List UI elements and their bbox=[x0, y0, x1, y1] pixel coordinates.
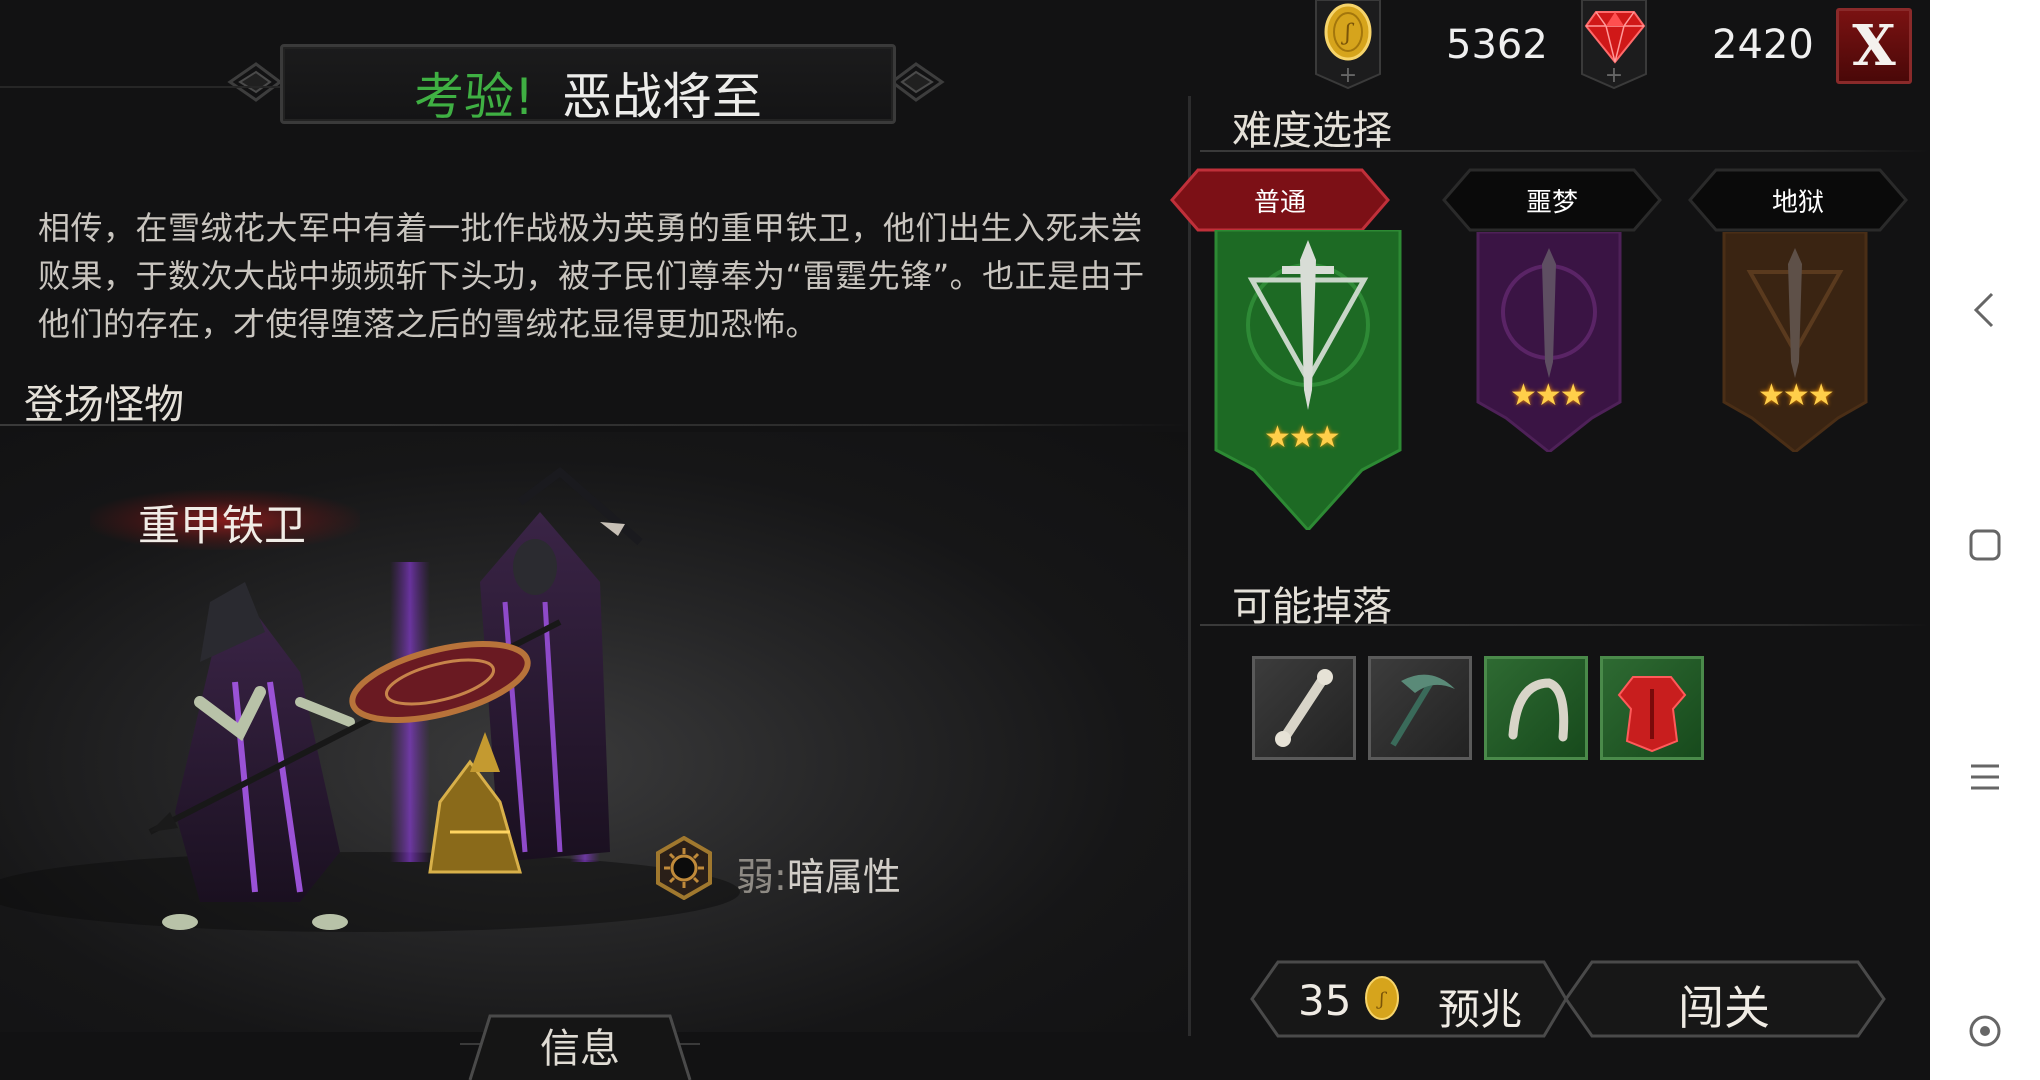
assistant-icon[interactable] bbox=[1968, 1014, 2002, 1048]
coin-icon: ʃ bbox=[1365, 976, 1399, 1020]
drop-slot[interactable] bbox=[1600, 656, 1704, 760]
claw-icon bbox=[1508, 678, 1569, 742]
banner-hell[interactable] bbox=[1720, 232, 1870, 452]
weakness-label: 弱: bbox=[736, 855, 787, 899]
banner-normal[interactable] bbox=[1212, 230, 1404, 530]
dark-element-icon bbox=[656, 836, 712, 900]
monsters-section-title: 登场怪物 bbox=[24, 382, 184, 428]
difficulty-label-normal: 普通 bbox=[1253, 188, 1306, 218]
monsters-section-line bbox=[0, 424, 1188, 426]
monster-name: 重甲铁卫 bbox=[138, 501, 307, 550]
drop-slot[interactable] bbox=[1252, 656, 1356, 760]
title-name: 恶战将至 bbox=[562, 68, 763, 126]
start-button[interactable]: 闯关 bbox=[1678, 972, 1770, 1038]
tab-info[interactable]: 信息 bbox=[460, 1016, 700, 1074]
title-banner: 考验! 恶战将至 bbox=[280, 44, 896, 126]
scythe-icon bbox=[1390, 674, 1455, 747]
right-ornament-icon bbox=[890, 62, 945, 102]
difficulty-label-nightmare: 噩梦 bbox=[1525, 188, 1578, 218]
gem-count: 2420 bbox=[1712, 22, 1814, 68]
svg-text:+: + bbox=[1605, 63, 1623, 88]
difficulty-section-line bbox=[1200, 150, 1930, 152]
omen-button[interactable]: 预兆 bbox=[1438, 976, 1522, 1037]
gem-icon bbox=[1584, 11, 1646, 64]
drop-slot[interactable] bbox=[1484, 656, 1588, 760]
stars-hell: ★★★ bbox=[1758, 378, 1835, 413]
android-nav-bar bbox=[1930, 0, 2040, 1080]
coin-icon: ʃ bbox=[1324, 3, 1372, 61]
close-button[interactable]: X bbox=[1836, 8, 1912, 84]
difficulty-section-title: 难度选择 bbox=[1232, 108, 1392, 154]
stars-normal: ★★★ bbox=[1264, 420, 1341, 455]
coin-count: 5362 bbox=[1446, 22, 1548, 68]
difficulty-label-hell: 地狱 bbox=[1771, 188, 1824, 218]
stars-nightmare: ★★★ bbox=[1510, 378, 1587, 413]
left-ornament-icon bbox=[227, 62, 282, 102]
drop-slot[interactable] bbox=[1368, 656, 1472, 760]
panel-divider bbox=[1188, 96, 1191, 1036]
drops-section-line bbox=[1200, 624, 1930, 626]
page-title: 考验! 恶战将至 bbox=[283, 57, 893, 129]
banner-nightmare[interactable] bbox=[1474, 232, 1624, 452]
weakness-value: 暗属性 bbox=[786, 855, 901, 899]
back-icon[interactable] bbox=[1970, 290, 2000, 330]
game-screen: 考验! 恶战将至 相传，在雪绒花大军中有着一批作战极为英勇的重甲铁卫，他们出生入死… bbox=[0, 0, 1930, 1080]
bone-icon bbox=[1275, 669, 1333, 747]
svg-text:+: + bbox=[1339, 63, 1357, 88]
menu-icon[interactable] bbox=[1968, 762, 2002, 792]
omen-cost[interactable]: 35 bbox=[1298, 976, 1351, 1025]
weakness-text: 弱:暗属性 bbox=[736, 846, 901, 901]
stage-description: 相传，在雪绒花大军中有着一批作战极为英勇的重甲铁卫，他们出生入死未尝败果，于数次… bbox=[38, 209, 1145, 343]
home-icon[interactable] bbox=[1968, 528, 2002, 562]
header-line-left bbox=[0, 86, 280, 88]
red-armor-icon bbox=[1617, 676, 1687, 753]
title-prefix: 考验! bbox=[413, 68, 535, 126]
